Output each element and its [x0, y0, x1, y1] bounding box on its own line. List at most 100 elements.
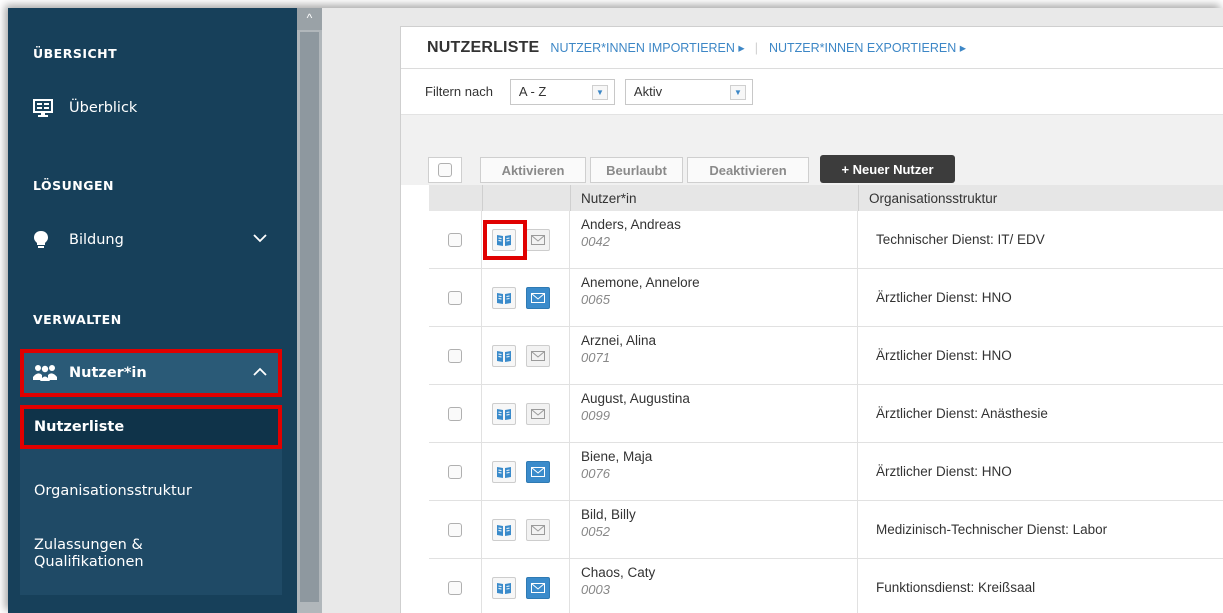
- sidebar-scrollbar[interactable]: ^: [297, 8, 322, 613]
- section-title-manage: VERWALTEN: [33, 312, 122, 327]
- sidebar: ÜBERSICHT Überblick LÖSUNGEN Bildung VER…: [8, 8, 297, 613]
- table-row: Anders, Andreas 0042 Technischer Dienst: I…: [429, 211, 1223, 269]
- user-name[interactable]: Anemone, Annelore: [581, 275, 857, 290]
- table-row: Chaos, Caty 0003 Funktionsdienst: Kreißsaa…: [429, 559, 1223, 613]
- activate-button[interactable]: Aktivieren: [480, 157, 586, 183]
- user-number: 0099: [581, 408, 610, 423]
- chevron-up-icon: [252, 364, 268, 384]
- sidebar-subitem-label: Nutzerliste: [34, 419, 125, 435]
- lightbulb-icon: [33, 230, 59, 250]
- chevron-down-icon: [252, 230, 268, 250]
- row-checkbox[interactable]: [448, 464, 462, 479]
- scrollbar-thumb[interactable]: [300, 32, 319, 602]
- org-structure-cell: Ärztlicher Dienst: Anästhesie: [876, 406, 1048, 421]
- book-icon[interactable]: [492, 287, 516, 309]
- table-header: Nutzer*in Organisationsstruktur: [429, 185, 1223, 211]
- row-checkbox-cell: [429, 385, 482, 442]
- filter-bar: Filtern nach A - Z ▼ Aktiv ▼: [401, 69, 1223, 115]
- section-title-overview: ÜBERSICHT: [33, 46, 118, 61]
- status-select-value: Aktiv: [633, 84, 663, 99]
- import-users-link[interactable]: NUTZER*INNEN IMPORTIEREN ▸: [550, 40, 744, 55]
- book-icon[interactable]: [492, 577, 516, 599]
- user-name-cell[interactable]: Arznei, Alina 0071: [570, 327, 858, 384]
- row-checkbox[interactable]: [448, 290, 462, 305]
- user-name[interactable]: Chaos, Caty: [581, 565, 857, 580]
- sidebar-item-label: Überblick: [69, 100, 138, 116]
- row-checkbox-cell: [429, 559, 482, 613]
- filter-label: Filtern nach: [425, 84, 493, 99]
- highlight-box: [483, 220, 527, 260]
- sidebar-subitem-user-list[interactable]: Nutzerliste: [20, 405, 282, 449]
- new-user-button[interactable]: + Neuer Nutzer: [820, 155, 955, 183]
- mail-icon[interactable]: [526, 287, 550, 309]
- status-select[interactable]: Aktiv ▼: [624, 78, 753, 105]
- row-checkbox[interactable]: [448, 580, 462, 595]
- mail-icon[interactable]: [526, 461, 550, 483]
- user-name[interactable]: Bild, Billy: [581, 507, 857, 522]
- deactivate-button[interactable]: Deaktivieren: [687, 157, 809, 183]
- sidebar-item-overview[interactable]: Überblick: [20, 88, 282, 128]
- mail-icon[interactable]: [526, 229, 550, 251]
- user-name-cell[interactable]: Bild, Billy 0052: [570, 501, 858, 558]
- sidebar-subitem-label: Organisationsstruktur: [34, 483, 192, 499]
- mail-icon[interactable]: [526, 519, 550, 541]
- sort-select[interactable]: A - Z ▼: [509, 78, 615, 105]
- user-name[interactable]: Biene, Maja: [581, 449, 857, 464]
- column-header-select: [429, 185, 482, 211]
- monitor-icon: [33, 99, 59, 117]
- dropdown-arrow-icon: ▼: [729, 84, 746, 100]
- user-number: 0003: [581, 582, 610, 597]
- scroll-up-icon[interactable]: ^: [297, 8, 322, 30]
- user-list-panel: NUTZERLISTE NUTZER*INNEN IMPORTIEREN ▸ |…: [400, 26, 1223, 613]
- action-toolbar: Aktivieren Beurlaubt Deaktivieren + Neue…: [401, 115, 1223, 185]
- org-structure-cell: Ärztlicher Dienst: HNO: [876, 290, 1012, 305]
- column-header-org[interactable]: Organisationsstruktur: [858, 185, 1223, 211]
- user-name[interactable]: August, Augustina: [581, 391, 857, 406]
- row-checkbox[interactable]: [448, 522, 462, 537]
- user-number: 0076: [581, 466, 610, 481]
- org-structure-cell: Ärztlicher Dienst: HNO: [876, 348, 1012, 363]
- row-checkbox[interactable]: [448, 406, 462, 421]
- sidebar-item-users[interactable]: Nutzer*in: [20, 349, 282, 397]
- book-icon[interactable]: [492, 403, 516, 425]
- org-structure-cell: Technischer Dienst: IT/ EDV: [876, 232, 1045, 247]
- export-users-link[interactable]: NUTZER*INNEN EXPORTIEREN ▸: [769, 40, 966, 55]
- page-title: NUTZERLISTE: [427, 38, 540, 56]
- book-icon[interactable]: [492, 345, 516, 367]
- book-icon[interactable]: [492, 461, 516, 483]
- mail-icon[interactable]: [526, 403, 550, 425]
- user-name-cell[interactable]: Anemone, Annelore 0065: [570, 269, 858, 326]
- org-structure-cell: Medizinisch-Technischer Dienst: Labor: [876, 522, 1108, 537]
- column-header-user[interactable]: Nutzer*in: [570, 185, 858, 211]
- user-number: 0042: [581, 234, 610, 249]
- app-window: ÜBERSICHT Überblick LÖSUNGEN Bildung VER…: [8, 8, 1223, 613]
- row-actions: [482, 559, 570, 613]
- org-structure-cell: Ärztlicher Dienst: HNO: [876, 464, 1012, 479]
- sidebar-item-education[interactable]: Bildung: [20, 220, 282, 260]
- select-all-checkbox[interactable]: [428, 157, 462, 183]
- user-number: 0052: [581, 524, 610, 539]
- sidebar-subitem-qualifications[interactable]: Zulassungen & Qualifikationen: [20, 530, 282, 578]
- row-checkbox-cell: [429, 443, 482, 500]
- user-name-cell[interactable]: Anders, Andreas 0042: [570, 211, 858, 268]
- user-name[interactable]: Arznei, Alina: [581, 333, 857, 348]
- sidebar-item-label: Bildung: [69, 232, 124, 248]
- user-name-cell[interactable]: August, Augustina 0099: [570, 385, 858, 442]
- user-name-cell[interactable]: Biene, Maja 0076: [570, 443, 858, 500]
- row-actions: [482, 211, 570, 268]
- book-icon[interactable]: [492, 519, 516, 541]
- row-actions: [482, 269, 570, 326]
- table-row: Arznei, Alina 0071 Ärztlicher Dienst: HNO: [429, 327, 1223, 385]
- org-structure-cell: Funktionsdienst: Kreißsaal: [876, 580, 1036, 595]
- row-actions: [482, 327, 570, 384]
- row-actions: [482, 443, 570, 500]
- row-checkbox[interactable]: [448, 348, 462, 363]
- on-leave-button[interactable]: Beurlaubt: [590, 157, 683, 183]
- mail-icon[interactable]: [526, 577, 550, 599]
- mail-icon[interactable]: [526, 345, 550, 367]
- user-name-cell[interactable]: Chaos, Caty 0003: [570, 559, 858, 613]
- sidebar-subitem-org-structure[interactable]: Organisationsstruktur: [20, 476, 282, 506]
- table-row: Biene, Maja 0076 Ärztlicher Dienst: HNO: [429, 443, 1223, 501]
- user-name[interactable]: Anders, Andreas: [581, 217, 857, 232]
- row-checkbox[interactable]: [448, 232, 462, 247]
